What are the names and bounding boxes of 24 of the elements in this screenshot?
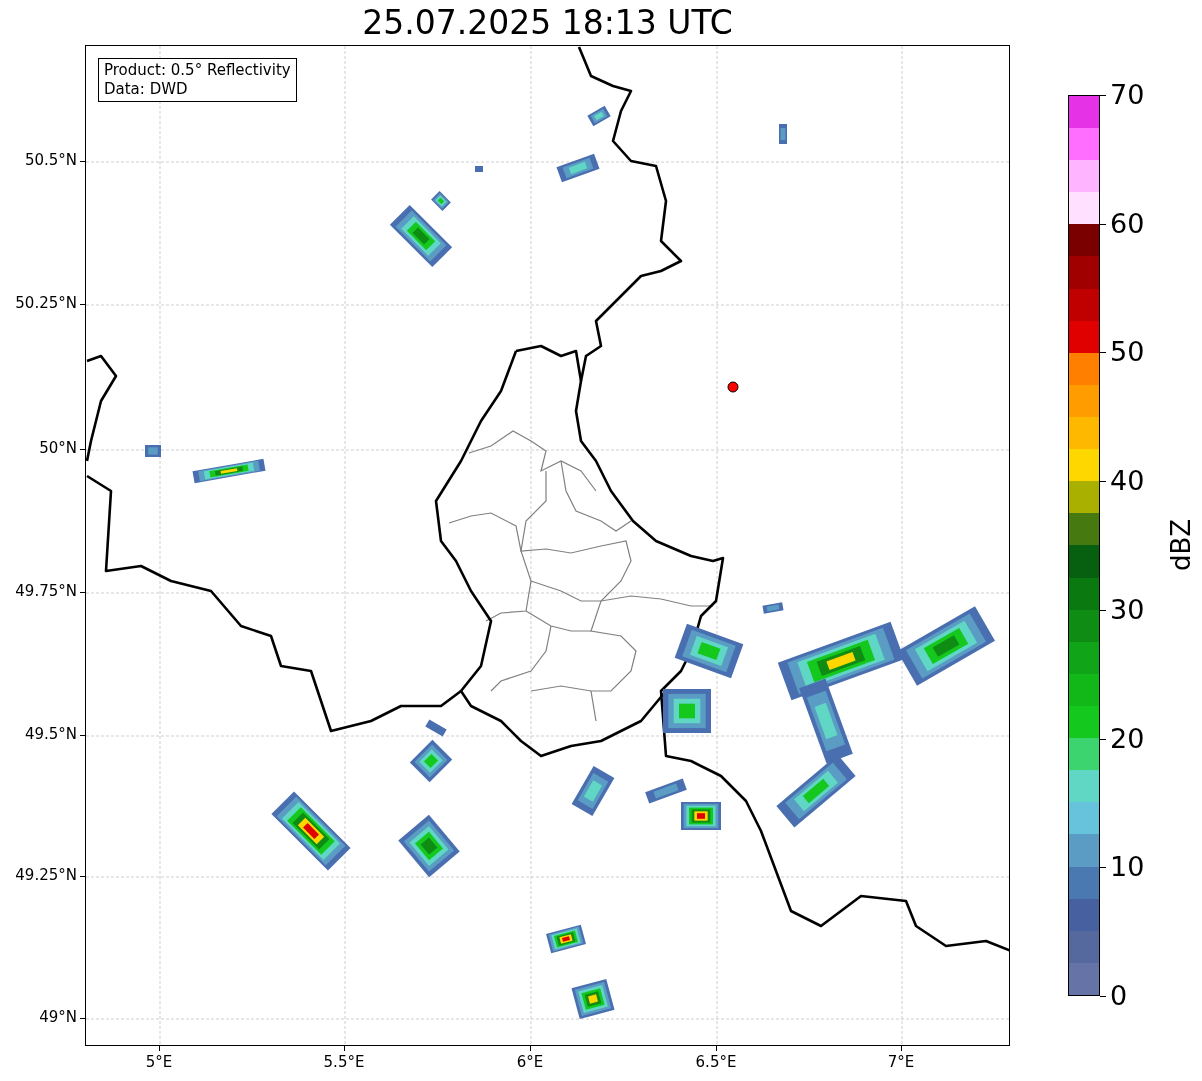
longitude-label: 6.5°E (694, 1055, 738, 1070)
latitude-label: 49°N (39, 1010, 77, 1025)
latitude-label: 50°N (39, 441, 77, 456)
colorbar-tick-label: 50 (1110, 338, 1145, 366)
longitude-label: 5.5°E (322, 1055, 366, 1070)
colorbar-tick-label: 20 (1110, 724, 1145, 752)
longitude-label: 6°E (515, 1055, 545, 1070)
latitude-label: 50.25°N (15, 296, 77, 311)
colorbar-tick-label: 30 (1110, 595, 1145, 623)
colorbar-tick-label: 10 (1110, 853, 1145, 881)
info-text: Data: DWD (104, 80, 189, 99)
info-text: Product: 0.5° Reflectivity (104, 61, 291, 80)
latitude-label: 49.5°N (24, 727, 77, 742)
longitude-label: 7°E (886, 1055, 916, 1070)
colorbar-tick-label: 70 (1110, 81, 1145, 108)
latitude-label: 50.5°N (24, 153, 77, 168)
latitude-label: 49.75°N (15, 584, 77, 599)
colorbar-tick-label: 40 (1110, 467, 1145, 495)
colorbar-tick-label: 0 (1110, 982, 1128, 1009)
colorbar-label: dBZ (1168, 518, 1194, 572)
longitude-label: 5°E (144, 1055, 174, 1070)
chart-title: 25.07.2025 18:13 UTC (362, 6, 733, 39)
latitude-label: 49.25°N (15, 868, 77, 883)
colorbar-tick-label: 60 (1110, 209, 1145, 237)
